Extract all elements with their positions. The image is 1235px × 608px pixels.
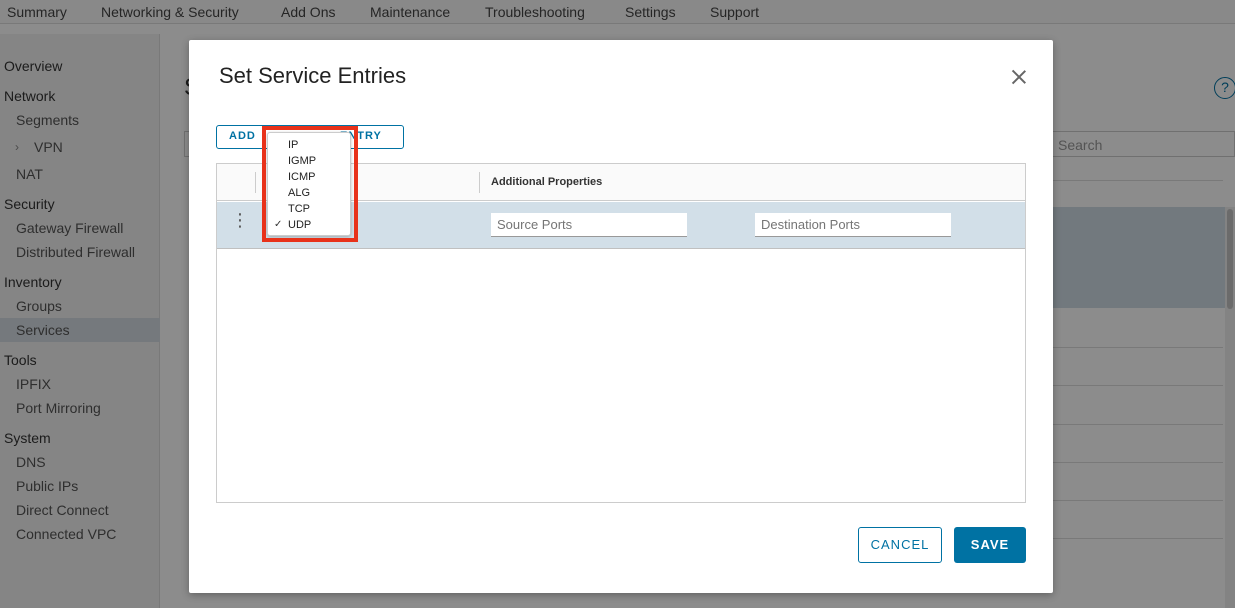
dropdown-option-tcp[interactable]: TCP [268, 201, 350, 217]
close-icon[interactable] [1009, 67, 1029, 87]
column-separator [255, 172, 256, 193]
set-service-entries-dialog: Set Service Entries ADD ENTRY Additional … [189, 40, 1053, 593]
cancel-button[interactable]: CANCEL [858, 527, 942, 563]
source-ports-input[interactable] [491, 213, 687, 237]
dropdown-option-alg[interactable]: ALG [268, 185, 350, 201]
destination-ports-input[interactable] [755, 213, 951, 237]
column-header-additional-properties: Additional Properties [491, 176, 603, 188]
dropdown-option-udp[interactable]: ✓ UDP [268, 217, 350, 233]
service-type-dropdown-menu: IP IGMP ICMP ALG TCP ✓ UDP [267, 132, 351, 236]
add-button-label-start: ADD [229, 130, 256, 142]
dropdown-option-igmp[interactable]: IGMP [268, 153, 350, 169]
dropdown-option-ip[interactable]: IP [268, 137, 350, 153]
dropdown-option-udp-label: UDP [288, 219, 312, 231]
dialog-title: Set Service Entries [219, 63, 407, 88]
column-separator [479, 172, 480, 193]
dropdown-option-icmp[interactable]: ICMP [268, 169, 350, 185]
save-button[interactable]: SAVE [954, 527, 1026, 563]
checkmark-icon: ✓ [274, 219, 283, 230]
row-actions-icon[interactable]: ⋮ [231, 211, 249, 229]
